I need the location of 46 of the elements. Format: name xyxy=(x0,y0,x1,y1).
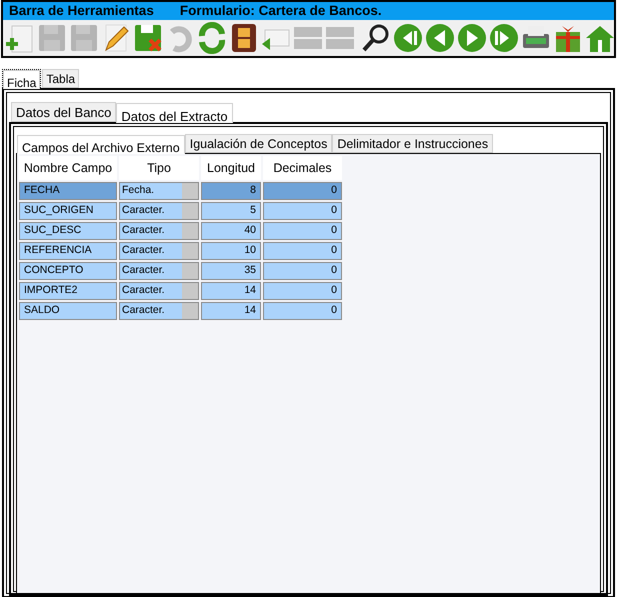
table-cell: 0 xyxy=(263,202,342,220)
table-cell: 0 xyxy=(263,222,342,240)
table-cell: 8 xyxy=(201,182,261,200)
tab[interactable]: Delimitador e Instrucciones xyxy=(332,134,494,153)
tab[interactable]: Ficha xyxy=(3,70,40,89)
table-cell: Caracter. xyxy=(120,223,182,239)
table-cell: 14 xyxy=(201,302,261,320)
table-cell: 14 xyxy=(201,282,261,300)
next-icon[interactable] xyxy=(456,22,488,54)
table-cell: 0 xyxy=(263,302,342,320)
table-cell: 0 xyxy=(263,182,342,200)
table-cell: SALDO xyxy=(19,302,117,320)
column-header: Decimales xyxy=(263,156,342,180)
previous-icon[interactable] xyxy=(424,22,456,54)
tab[interactable]: Datos del Extracto xyxy=(116,103,233,123)
floppy-delete-icon[interactable] xyxy=(132,22,164,54)
table-cell: 0 xyxy=(263,282,342,300)
tab[interactable]: Igualación de Conceptos xyxy=(184,134,332,153)
table-cell: Caracter. xyxy=(120,263,182,279)
table-cell: IMPORTE2 xyxy=(19,282,117,300)
tab[interactable]: Campos del Archivo Externo xyxy=(17,135,185,154)
column-header: Tipo xyxy=(119,156,199,180)
table-cell: Caracter. xyxy=(120,303,182,319)
column-header: Longitud xyxy=(201,156,261,180)
table-cell: 35 xyxy=(201,262,261,280)
table-cell: Fecha. xyxy=(120,183,182,199)
table-cell: SUC_DESC xyxy=(19,222,117,240)
window-title: Barra de Herramientas xyxy=(9,2,154,20)
table-cell: FECHA xyxy=(19,182,117,200)
tab[interactable]: Tabla xyxy=(42,69,80,88)
table-cell: 5 xyxy=(201,202,261,220)
table-cell: 0 xyxy=(263,262,342,280)
first-record-icon[interactable] xyxy=(392,22,424,54)
column-header: Nombre Campo xyxy=(19,156,117,180)
last-record-icon[interactable] xyxy=(488,22,520,54)
table-cell: CONCEPTO xyxy=(19,262,117,280)
table-cell: Caracter. xyxy=(120,203,182,219)
table-cell: 10 xyxy=(201,242,261,260)
table-cell: Caracter. xyxy=(120,283,182,299)
form-title: Formulario: Cartera de Bancos. xyxy=(180,2,382,20)
table-cell: Caracter. xyxy=(120,243,182,259)
tab[interactable]: Datos del Banco xyxy=(11,102,116,122)
table-cell: 40 xyxy=(201,222,261,240)
table-cell: 0 xyxy=(263,242,342,260)
table-cell: SUC_ORIGEN xyxy=(19,202,117,220)
table-cell: REFERENCIA xyxy=(19,242,117,260)
